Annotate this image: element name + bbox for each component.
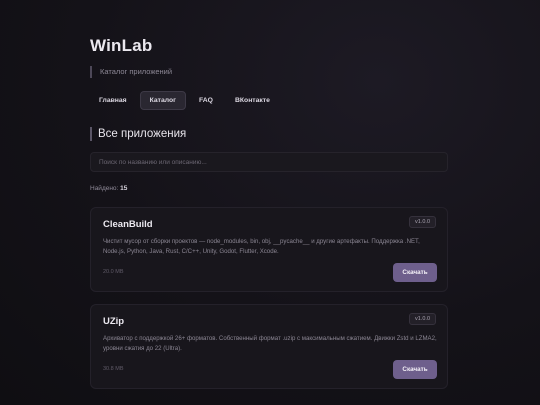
nav-faq[interactable]: FAQ [190,91,222,110]
nav-home[interactable]: Главная [90,91,136,110]
app-card-uzip: UZip v1.0.0 Архиватор с поддержкой 26+ ф… [90,304,448,389]
found-count: 15 [120,185,128,192]
download-button[interactable]: Скачать [393,360,437,379]
app-title: UZip [103,316,125,327]
app-description: Чистит мусор от сборки проектов — node_m… [103,238,420,255]
nav-vkontakte[interactable]: ВКонтакте [226,91,279,110]
section-title: Все приложения [90,127,186,141]
nav-catalog[interactable]: Каталог [139,91,186,110]
tagline: Каталог приложений [90,66,172,78]
found-counter: Найдено: 15 [90,185,127,192]
app-description: Архиватор с поддержкой 26+ форматов. Соб… [103,335,437,352]
download-button[interactable]: Скачать [393,263,437,282]
version-badge: v1.0.0 [409,313,436,325]
search-input[interactable] [90,152,448,172]
app-size: 20.0 MB [103,269,124,275]
version-badge: v1.0.0 [409,216,436,228]
app-title: CleanBuild [103,219,153,230]
app-card-cleanbuild: CleanBuild v1.0.0 Чистит мусор от сборки… [90,207,448,292]
main-nav: Главная Каталог FAQ ВКонтакте [90,91,279,110]
found-label: Найдено: [90,185,119,192]
brand-title[interactable]: WinLab [90,36,152,56]
app-size: 30.8 MB [103,366,124,372]
